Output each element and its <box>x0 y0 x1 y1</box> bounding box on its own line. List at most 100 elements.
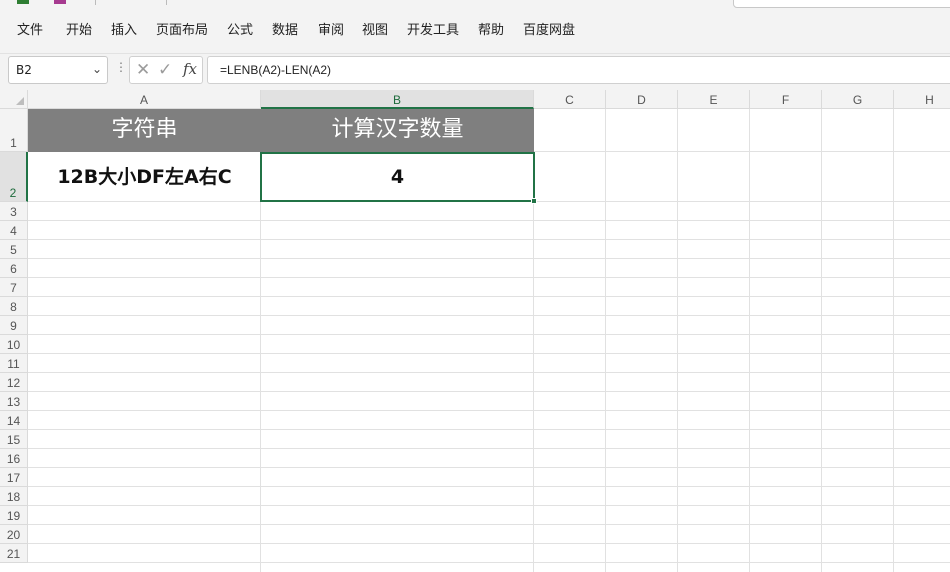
row-header-21[interactable]: 21 <box>0 544 28 563</box>
row-number: 21 <box>6 547 21 561</box>
fx-icon[interactable]: fx <box>183 60 197 78</box>
row-number: 3 <box>10 205 17 219</box>
row-number: 1 <box>10 136 17 150</box>
toolbar-divider <box>95 0 96 5</box>
gridline-horizontal <box>28 220 950 221</box>
row-header-17[interactable]: 17 <box>0 468 28 487</box>
gridline-vertical <box>821 109 822 572</box>
row-header-5[interactable]: 5 <box>0 240 28 259</box>
row-header-12[interactable]: 12 <box>0 373 28 392</box>
row-number: 14 <box>6 414 21 428</box>
fill-handle[interactable] <box>531 198 537 204</box>
row-header-13[interactable]: 13 <box>0 392 28 411</box>
column-header-f[interactable]: F <box>750 90 822 109</box>
row-header-10[interactable]: 10 <box>0 335 28 354</box>
title-bar <box>0 0 950 10</box>
gridline-horizontal <box>28 505 950 506</box>
gridline-horizontal <box>28 315 950 316</box>
row-header-8[interactable]: 8 <box>0 297 28 316</box>
gridline-horizontal <box>28 486 950 487</box>
select-all-icon <box>16 97 24 105</box>
row-header-6[interactable]: 6 <box>0 259 28 278</box>
row-header-16[interactable]: 16 <box>0 449 28 468</box>
gridline-vertical <box>893 109 894 572</box>
row-number: 19 <box>6 509 21 523</box>
row-number: 13 <box>6 395 21 409</box>
row-number: 10 <box>6 338 21 352</box>
row-header-4[interactable]: 4 <box>0 221 28 240</box>
row-header-9[interactable]: 9 <box>0 316 28 335</box>
chevron-down-icon[interactable]: ⌄ <box>92 62 102 76</box>
row-header-20[interactable]: 20 <box>0 525 28 544</box>
row-header-3[interactable]: 3 <box>0 202 28 221</box>
row-number: 20 <box>6 528 21 542</box>
app-icon[interactable] <box>54 0 66 4</box>
row-header-14[interactable]: 14 <box>0 411 28 430</box>
row-number: 18 <box>6 490 21 504</box>
tab-home[interactable]: 开始 <box>66 22 92 40</box>
gridline-horizontal <box>28 296 950 297</box>
select-all-corner[interactable] <box>0 90 28 109</box>
tab-developer[interactable]: 开发工具 <box>407 22 459 40</box>
tab-help[interactable]: 帮助 <box>478 22 504 40</box>
column-header-d[interactable]: D <box>606 90 678 109</box>
tab-review[interactable]: 审阅 <box>318 22 344 40</box>
tab-baidu-netdisk[interactable]: 百度网盘 <box>523 22 575 40</box>
gridline-horizontal <box>28 543 950 544</box>
column-header-g[interactable]: G <box>822 90 894 109</box>
cell-a2[interactable]: 12B大小DF左A右C <box>28 153 261 201</box>
formula-bar: B2 ⌄ ⋮ ✕ ✓ fx =LENB(A2)-LEN(A2) <box>0 54 950 90</box>
gridline-vertical <box>749 109 750 572</box>
tab-file[interactable]: 文件 <box>17 22 43 40</box>
cancel-x-icon[interactable]: ✕ <box>136 60 150 80</box>
gridline-vertical <box>605 109 606 572</box>
ribbon-tabs: 文件 开始 插入 页面布局 公式 数据 审阅 视图 开发工具 帮助 百度网盘 <box>0 10 950 54</box>
save-icon[interactable] <box>17 0 29 4</box>
gridline-horizontal <box>28 372 950 373</box>
row-header-15[interactable]: 15 <box>0 430 28 449</box>
gridline-horizontal <box>28 258 950 259</box>
row-number: 6 <box>10 262 17 276</box>
row-header-19[interactable]: 19 <box>0 506 28 525</box>
tab-view[interactable]: 视图 <box>362 22 388 40</box>
tab-data[interactable]: 数据 <box>272 22 298 40</box>
checkmark-icon[interactable]: ✓ <box>158 60 172 80</box>
gridline-horizontal <box>28 448 950 449</box>
row-number: 4 <box>10 224 17 238</box>
name-box[interactable]: B2 ⌄ <box>8 56 108 84</box>
selected-cell-border <box>260 152 535 202</box>
column-header-b[interactable]: B <box>261 90 534 109</box>
spreadsheet-grid: A B C D E F G H 1 2 3 4 5 6 7 8 9 10 11 12 13 14 15 16 1… <box>0 90 950 572</box>
toolbar-divider <box>166 0 167 5</box>
column-header-c[interactable]: C <box>534 90 606 109</box>
tab-insert[interactable]: 插入 <box>111 22 137 40</box>
row-number: 8 <box>10 300 17 314</box>
cell-b1[interactable]: 计算汉字数量 <box>261 109 534 152</box>
gridline-horizontal <box>28 277 950 278</box>
row-number: 16 <box>6 452 21 466</box>
row-header-1[interactable]: 1 <box>0 109 28 152</box>
row-header-7[interactable]: 7 <box>0 278 28 297</box>
gridline-horizontal <box>28 391 950 392</box>
row-header-18[interactable]: 18 <box>0 487 28 506</box>
gridline-horizontal <box>28 353 950 354</box>
gridline-horizontal <box>28 429 950 430</box>
column-header-e[interactable]: E <box>678 90 750 109</box>
tab-page-layout[interactable]: 页面布局 <box>156 22 208 40</box>
gridline-horizontal <box>28 562 950 563</box>
gridline-horizontal <box>28 239 950 240</box>
column-header-a[interactable]: A <box>28 90 261 109</box>
formula-input[interactable]: =LENB(A2)-LEN(A2) <box>207 56 950 84</box>
row-number: 17 <box>6 471 21 485</box>
tab-formulas[interactable]: 公式 <box>227 22 253 40</box>
column-header-h[interactable]: H <box>894 90 950 109</box>
gridline-vertical <box>677 109 678 572</box>
search-box[interactable] <box>733 0 950 8</box>
more-options-icon[interactable]: ⋮ <box>115 60 127 74</box>
cell-a1[interactable]: 字符串 <box>28 109 261 152</box>
row-number: 5 <box>10 243 17 257</box>
gridline-horizontal <box>28 524 950 525</box>
row-number: 12 <box>6 376 21 390</box>
row-header-2[interactable]: 2 <box>0 152 28 202</box>
row-header-11[interactable]: 11 <box>0 354 28 373</box>
